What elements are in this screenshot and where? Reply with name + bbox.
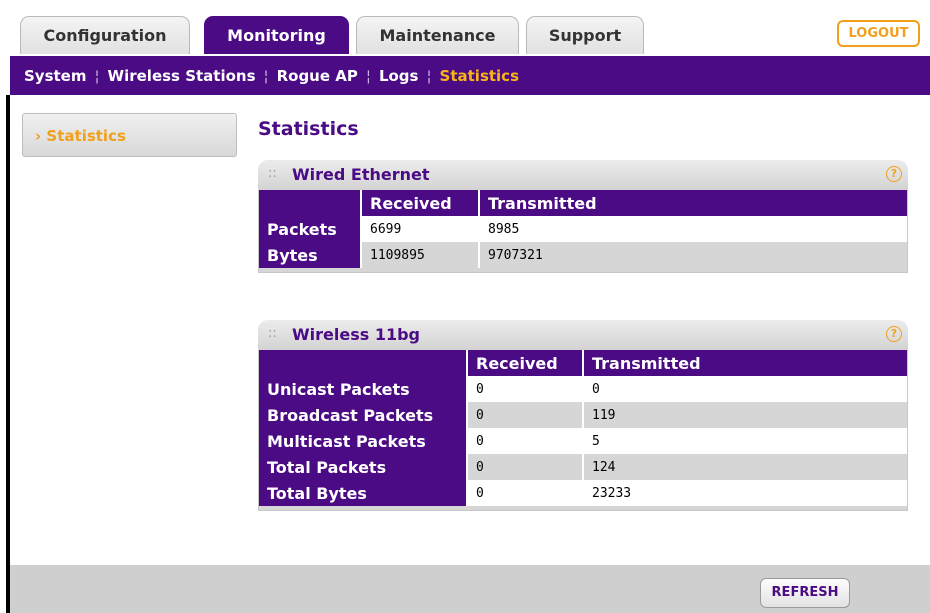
column-header bbox=[259, 190, 361, 216]
received-value: 6699 bbox=[360, 216, 479, 242]
transmitted-value: 5 bbox=[582, 428, 907, 454]
table-row: Total Bytes 0 23233 bbox=[259, 480, 907, 506]
help-icon[interactable]: ? bbox=[886, 326, 902, 342]
received-value: 0 bbox=[466, 402, 583, 428]
logout-button[interactable]: LOGOUT bbox=[837, 20, 920, 47]
wireless-stats-table: Received Transmitted Unicast Packets 0 0… bbox=[259, 350, 907, 506]
subnav-rogue-ap[interactable]: Rogue AP bbox=[277, 67, 358, 85]
column-header-transmitted: Transmitted bbox=[478, 190, 907, 216]
tab-maintenance[interactable]: Maintenance bbox=[356, 16, 519, 54]
panel-title: Wired Ethernet bbox=[292, 165, 430, 184]
subnav-wireless-stations[interactable]: Wireless Stations bbox=[108, 67, 256, 85]
row-header: Multicast Packets bbox=[259, 428, 467, 454]
wired-ethernet-panel: :: Wired Ethernet ? Received Transmitted… bbox=[258, 160, 908, 273]
column-header bbox=[259, 350, 467, 376]
received-value: 0 bbox=[466, 376, 583, 402]
transmitted-value: 8985 bbox=[478, 216, 907, 242]
left-frame-rule bbox=[6, 95, 10, 613]
subnav-statistics[interactable]: Statistics bbox=[440, 67, 519, 85]
row-header: Packets bbox=[259, 216, 361, 242]
subnav-separator: ¦ bbox=[365, 66, 371, 85]
transmitted-value: 119 bbox=[582, 402, 907, 428]
sub-navigation-bar: System ¦ Wireless Stations ¦ Rogue AP ¦ … bbox=[10, 56, 930, 95]
panel-body: Received Transmitted Packets 6699 8985 B… bbox=[258, 190, 908, 273]
router-admin-page: Configuration Monitoring Maintenance Sup… bbox=[0, 0, 930, 613]
subnav-separator: ¦ bbox=[94, 66, 100, 85]
row-header: Total Packets bbox=[259, 454, 467, 480]
table-row: Packets 6699 8985 bbox=[259, 216, 907, 242]
received-value: 0 bbox=[466, 428, 583, 454]
received-value: 0 bbox=[466, 454, 583, 480]
transmitted-value: 23233 bbox=[582, 480, 907, 506]
tab-monitoring[interactable]: Monitoring bbox=[204, 16, 349, 54]
panel-body: Received Transmitted Unicast Packets 0 0… bbox=[258, 350, 908, 511]
wired-stats-table: Received Transmitted Packets 6699 8985 B… bbox=[259, 190, 907, 268]
table-row: Bytes 1109895 9707321 bbox=[259, 242, 907, 268]
table-row: Total Packets 0 124 bbox=[259, 454, 907, 480]
chevron-right-icon: › bbox=[35, 127, 42, 145]
refresh-button[interactable]: REFRESH bbox=[760, 578, 850, 608]
panel-title: Wireless 11bg bbox=[292, 325, 420, 344]
column-header-received: Received bbox=[466, 350, 583, 376]
table-row: Multicast Packets 0 5 bbox=[259, 428, 907, 454]
transmitted-value: 9707321 bbox=[478, 242, 907, 268]
panel-footer bbox=[259, 506, 907, 510]
subnav-separator: ¦ bbox=[263, 66, 269, 85]
panel-header: :: Wireless 11bg ? bbox=[258, 320, 908, 350]
drag-handle-icon: :: bbox=[268, 326, 277, 341]
drag-handle-icon: :: bbox=[268, 166, 277, 181]
received-value: 0 bbox=[466, 480, 583, 506]
subnav-logs[interactable]: Logs bbox=[379, 67, 419, 85]
tab-support[interactable]: Support bbox=[526, 16, 644, 54]
received-value: 1109895 bbox=[360, 242, 479, 268]
transmitted-value: 0 bbox=[582, 376, 907, 402]
wireless-11bg-panel: :: Wireless 11bg ? Received Transmitted … bbox=[258, 320, 908, 511]
column-header-received: Received bbox=[360, 190, 479, 216]
panel-header: :: Wired Ethernet ? bbox=[258, 160, 908, 190]
page-title: Statistics bbox=[258, 118, 359, 140]
row-header: Unicast Packets bbox=[259, 376, 467, 402]
row-header: Broadcast Packets bbox=[259, 402, 467, 428]
subnav-separator: ¦ bbox=[426, 66, 432, 85]
table-row: Broadcast Packets 0 119 bbox=[259, 402, 907, 428]
help-icon[interactable]: ? bbox=[886, 166, 902, 182]
panel-footer bbox=[259, 268, 907, 272]
subnav-system[interactable]: System bbox=[24, 67, 86, 85]
sidebar-item-statistics[interactable]: › Statistics bbox=[22, 113, 237, 157]
row-header: Bytes bbox=[259, 242, 361, 268]
transmitted-value: 124 bbox=[582, 454, 907, 480]
column-header-transmitted: Transmitted bbox=[582, 350, 907, 376]
row-header: Total Bytes bbox=[259, 480, 467, 506]
sidebar-item-label: Statistics bbox=[46, 127, 126, 145]
table-row: Unicast Packets 0 0 bbox=[259, 376, 907, 402]
top-tab-bar: Configuration Monitoring Maintenance Sup… bbox=[0, 0, 930, 56]
tab-configuration[interactable]: Configuration bbox=[20, 16, 190, 54]
